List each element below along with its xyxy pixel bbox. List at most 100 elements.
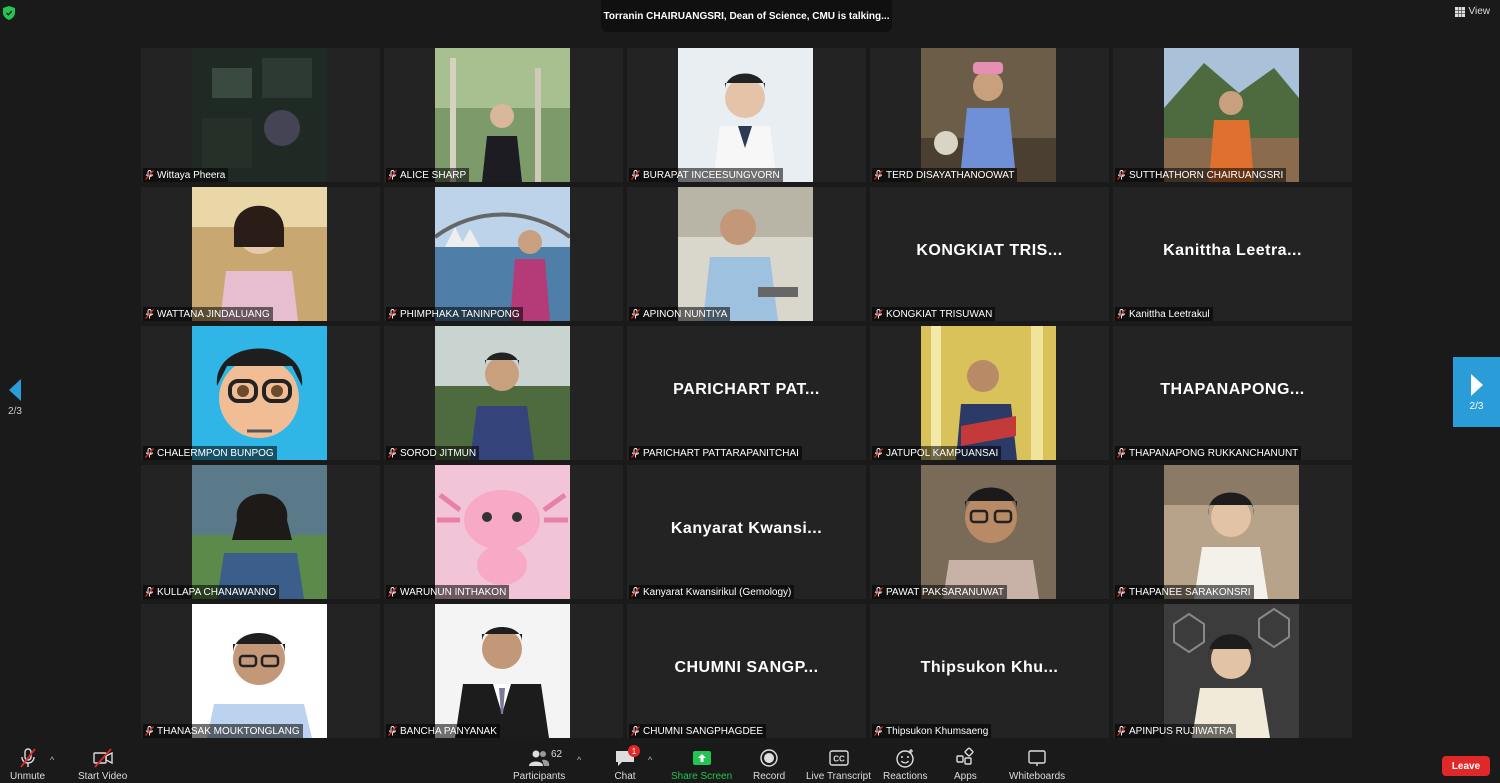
participant-video bbox=[435, 465, 570, 599]
participant-name-label: APINON NUNTIYA bbox=[629, 307, 731, 321]
participant-tile[interactable]: APINPUS RUJIWATRA bbox=[1113, 604, 1352, 738]
participant-tile[interactable]: WATTANA JINDALUANG bbox=[141, 187, 380, 321]
view-button[interactable]: View bbox=[1454, 6, 1490, 17]
start-video-button[interactable]: Start Video bbox=[78, 747, 127, 782]
chat-button[interactable]: 1 Chat bbox=[614, 745, 640, 782]
participant-video bbox=[1164, 465, 1299, 599]
participant-name-label: Kanittha Leetrakul bbox=[1115, 307, 1213, 321]
muted-mic-icon bbox=[631, 587, 640, 597]
participant-video bbox=[192, 187, 327, 321]
chat-unread-badge: 1 bbox=[628, 745, 640, 757]
participant-name-label: JATUPOL KAMPUANSAI bbox=[872, 446, 1002, 460]
participants-label: Participants bbox=[513, 771, 566, 782]
participant-tile[interactable]: APINON NUNTIYA bbox=[627, 187, 866, 321]
page-indicator-left: 2/3 bbox=[8, 406, 22, 417]
participant-name: CHALERMPON BUNPOG bbox=[157, 447, 274, 459]
participant-display-name: Thipsukon Khu... bbox=[920, 659, 1059, 676]
mic-muted-icon bbox=[19, 748, 36, 768]
muted-mic-icon bbox=[874, 587, 883, 597]
participant-tile[interactable]: ALICE SHARP bbox=[384, 48, 623, 182]
participant-video bbox=[921, 48, 1056, 182]
next-page-button[interactable]: 2/3 bbox=[1453, 357, 1500, 427]
apps-button[interactable]: Apps bbox=[954, 747, 977, 782]
participant-tile[interactable]: SOROD JITMUN bbox=[384, 326, 623, 460]
participant-tile[interactable]: TERD DISAYATHANOOWAT bbox=[870, 48, 1109, 182]
participant-name: APINON NUNTIYA bbox=[643, 308, 728, 320]
participant-name: APINPUS RUJIWATRA bbox=[1129, 725, 1233, 737]
participants-button[interactable]: 62 Participants bbox=[513, 747, 565, 782]
muted-mic-icon bbox=[145, 170, 154, 180]
participant-tile[interactable]: BURAPAT INCEESUNGVORN bbox=[627, 48, 866, 182]
participant-tile[interactable]: CHALERMPON BUNPOG bbox=[141, 326, 380, 460]
participant-name: Kanyarat Kwansirikul (Gemology) bbox=[643, 586, 792, 598]
chat-options-caret-icon[interactable]: ^ bbox=[648, 755, 652, 765]
participant-tile[interactable]: SUTTHATHORN CHAIRUANGSRI bbox=[1113, 48, 1352, 182]
participant-video bbox=[192, 48, 327, 182]
participant-video bbox=[921, 326, 1056, 460]
leave-button[interactable]: Leave bbox=[1442, 756, 1490, 776]
participant-tile[interactable]: PHIMPHAKA TANINPONG bbox=[384, 187, 623, 321]
participant-name-label: SUTTHATHORN CHAIRUANGSRI bbox=[1115, 168, 1287, 182]
participant-name-label: PHIMPHAKA TANINPONG bbox=[386, 307, 523, 321]
participant-tile[interactable]: KULLAPA CHANAWANNO bbox=[141, 465, 380, 599]
muted-mic-icon bbox=[1117, 448, 1126, 458]
previous-page-button[interactable]: 2/3 bbox=[0, 378, 30, 428]
participant-name: KULLAPA CHANAWANNO bbox=[157, 586, 277, 598]
muted-mic-icon bbox=[388, 448, 397, 458]
participant-name: KONGKIAT TRISUWAN bbox=[886, 308, 993, 320]
muted-mic-icon bbox=[631, 726, 640, 736]
unmute-button[interactable]: Unmute bbox=[10, 747, 45, 782]
live-transcript-button[interactable]: CC Live Transcript bbox=[806, 747, 871, 782]
shield-icon[interactable] bbox=[3, 6, 15, 20]
participant-tile[interactable]: WARUNUN INTHAKON bbox=[384, 465, 623, 599]
reactions-button[interactable]: Reactions bbox=[883, 747, 927, 782]
share-screen-button[interactable]: Share Screen bbox=[671, 747, 732, 782]
participant-name-label: Wittaya Pheera bbox=[143, 168, 229, 182]
participant-tile[interactable]: PARICHART PAT... PARICHART PATTARAPANITCH… bbox=[627, 326, 866, 460]
participant-video bbox=[678, 48, 813, 182]
muted-mic-icon bbox=[388, 170, 397, 180]
share-screen-label: Share Screen bbox=[671, 771, 733, 782]
participant-name-label: BURAPAT INCEESUNGVORN bbox=[629, 168, 783, 182]
participant-tile[interactable]: Kanittha Leetra... Kanittha Leetrakul bbox=[1113, 187, 1352, 321]
participant-tile[interactable]: THANASAK MOUKTONGLANG bbox=[141, 604, 380, 738]
record-button[interactable]: Record bbox=[753, 747, 785, 782]
muted-mic-icon bbox=[874, 309, 883, 319]
muted-mic-icon bbox=[145, 448, 154, 458]
participant-name: WATTANA JINDALUANG bbox=[157, 308, 270, 320]
participant-tile[interactable]: Thipsukon Khu... Thipsukon Khumsaeng bbox=[870, 604, 1109, 738]
audio-options-caret-icon[interactable]: ^ bbox=[50, 755, 54, 765]
participant-tile[interactable]: Kanyarat Kwansi... Kanyarat Kwansirikul (… bbox=[627, 465, 866, 599]
participant-video bbox=[1164, 48, 1299, 182]
participant-tile[interactable]: THAPANAPONG... THAPANAPONG RUKKANCHANUNT bbox=[1113, 326, 1352, 460]
chevron-left-icon bbox=[9, 379, 21, 401]
participant-name-label: WATTANA JINDALUANG bbox=[143, 307, 273, 321]
participant-name: TERD DISAYATHANOOWAT bbox=[886, 169, 1015, 181]
participant-tile[interactable]: Wittaya Pheera bbox=[141, 48, 380, 182]
participant-video bbox=[435, 604, 570, 738]
participant-display-name: CHUMNI SANGP... bbox=[674, 659, 819, 676]
participant-name: THAPANEE SARAKONSRI bbox=[1129, 586, 1251, 598]
participant-tile[interactable]: THAPANEE SARAKONSRI bbox=[1113, 465, 1352, 599]
participant-name-label: TERD DISAYATHANOOWAT bbox=[872, 168, 1018, 182]
muted-mic-icon bbox=[388, 726, 397, 736]
participant-tile[interactable]: CHUMNI SANGP... CHUMNI SANGPHAGDEE bbox=[627, 604, 866, 738]
participant-display-name: PARICHART PAT... bbox=[673, 381, 820, 398]
participant-tile[interactable]: JATUPOL KAMPUANSAI bbox=[870, 326, 1109, 460]
participant-video bbox=[192, 465, 327, 599]
live-transcript-label: Live Transcript bbox=[806, 771, 872, 782]
participant-name-label: ALICE SHARP bbox=[386, 168, 470, 182]
muted-mic-icon bbox=[1117, 726, 1126, 736]
participant-tile[interactable]: BANCHA PANYANAK bbox=[384, 604, 623, 738]
participant-name: Wittaya Pheera bbox=[157, 169, 226, 181]
participant-name-label: WARUNUN INTHAKON bbox=[386, 585, 510, 599]
participant-name: WARUNUN INTHAKON bbox=[400, 586, 507, 598]
participant-video bbox=[678, 187, 813, 321]
whiteboards-button[interactable]: Whiteboards bbox=[1009, 747, 1065, 782]
participants-options-caret-icon[interactable]: ^ bbox=[577, 755, 581, 765]
participant-name: PAWAT PAKSARANUWAT bbox=[886, 586, 1004, 598]
participant-tile[interactable]: PAWAT PAKSARANUWAT bbox=[870, 465, 1109, 599]
closed-captions-icon: CC bbox=[828, 750, 849, 766]
participant-name-label: PAWAT PAKSARANUWAT bbox=[872, 585, 1007, 599]
participant-tile[interactable]: KONGKIAT TRIS... KONGKIAT TRISUWAN bbox=[870, 187, 1109, 321]
